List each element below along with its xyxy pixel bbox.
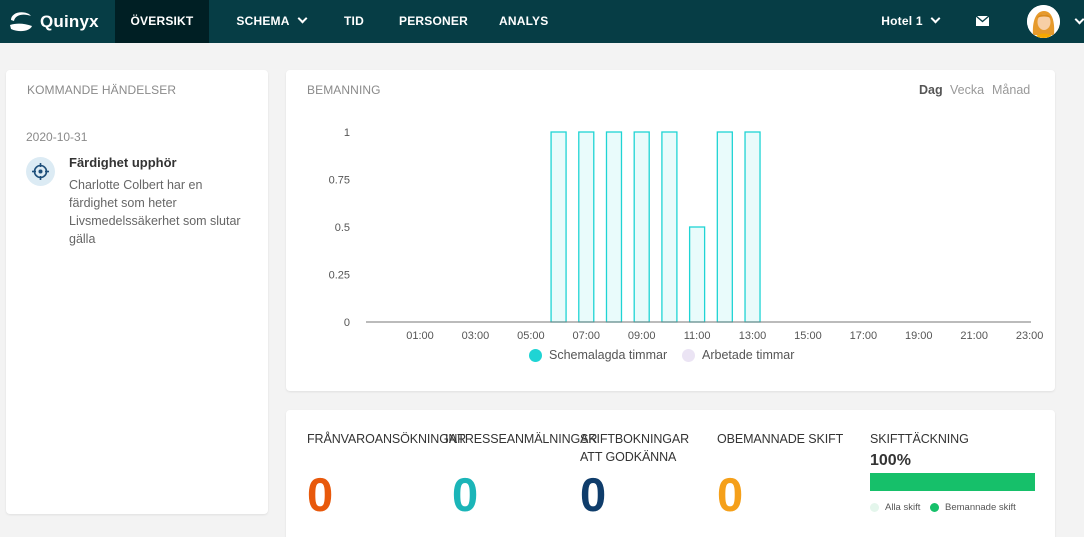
coverage-all-swatch: [870, 503, 879, 512]
event-date: 2020-10-31: [26, 130, 88, 144]
coverage-staffed-label: Bemannade skift: [945, 502, 1016, 513]
event-title[interactable]: Färdighet upphör: [69, 155, 177, 170]
coverage-label: SKIFTTÄCKNING: [870, 432, 969, 446]
stat-interest-value[interactable]: 0: [452, 468, 478, 522]
unit-selector[interactable]: Hotel 1: [881, 0, 941, 43]
x-tick-label: 15:00: [794, 330, 822, 342]
stat-absence-value[interactable]: 0: [307, 468, 333, 522]
bar-scheduled[interactable]: [744, 131, 761, 323]
nav-oversikt[interactable]: ÖVERSIKT: [115, 0, 209, 43]
coverage-staffed-swatch: [930, 503, 939, 512]
nav-analys[interactable]: ANALYS: [499, 0, 548, 43]
crosshair-icon: [32, 163, 49, 180]
bar-scheduled[interactable]: [605, 131, 623, 323]
stat-absence-label: FRÅNVAROANSÖKNINGAR: [307, 432, 467, 446]
bar-scheduled[interactable]: [633, 131, 650, 323]
staffing-chart: 0 0.25 0.5 0.75 1 01:00 03:00 05:00 07:00 09:00 11…: [329, 127, 1044, 342]
unit-selector-label: Hotel 1: [881, 14, 923, 28]
y-tick-label: 0: [344, 317, 350, 329]
nav-personer[interactable]: PERSONER: [399, 0, 468, 43]
y-tick-label: 0.5: [335, 222, 350, 234]
stat-unstaffed-label: OBEMANNADE SKIFT: [717, 432, 844, 446]
x-tick-label: 13:00: [739, 330, 767, 342]
x-tick-label: 05:00: [517, 330, 545, 342]
nav-tid[interactable]: TID: [344, 0, 364, 43]
upcoming-events-card: KOMMANDE HÄNDELSER 2020-10-31 Färdighet …: [6, 70, 268, 514]
nav-schema-label: SCHEMA: [236, 14, 290, 28]
nav-schema[interactable]: SCHEMA: [235, 0, 308, 43]
y-tick-label: 0.75: [329, 175, 350, 187]
y-tick-label: 0.25: [329, 270, 350, 282]
legend-scheduled-label: Schemalagda timmar: [549, 348, 668, 362]
x-tick-label: 07:00: [573, 330, 601, 342]
bar-scheduled[interactable]: [550, 131, 567, 323]
legend-worked-label: Arbetade timmar: [702, 348, 795, 362]
user-avatar[interactable]: [1027, 5, 1060, 38]
chevron-down-icon: [297, 13, 308, 24]
y-tick-label: 1: [344, 127, 350, 139]
mail-icon[interactable]: [976, 16, 989, 26]
x-tick-label: 01:00: [406, 330, 434, 342]
legend-worked[interactable]: Arbetade timmar: [682, 348, 794, 362]
events-card-title: KOMMANDE HÄNDELSER: [27, 83, 177, 97]
quinyx-logo-icon: [10, 12, 32, 32]
legend-scheduled[interactable]: Schemalagda timmar: [529, 348, 667, 362]
bar-scheduled[interactable]: [716, 131, 733, 323]
legend-worked-swatch: [682, 348, 695, 362]
event-icon: [26, 157, 55, 186]
stat-shift-bookings-value[interactable]: 0: [580, 468, 606, 522]
stat-shift-bookings-label: SKIFTBOKNINGAR ATT GODKÄNNA: [580, 432, 690, 464]
x-tick-label: 17:00: [850, 330, 878, 342]
x-tick-label: 03:00: [462, 330, 490, 342]
event-description: Charlotte Colbert har en färdighet som h…: [69, 178, 241, 246]
bar-scheduled[interactable]: [688, 226, 706, 323]
legend-scheduled-swatch: [529, 348, 542, 362]
coverage-value: 100%: [870, 452, 911, 469]
x-tick-label: 19:00: [905, 330, 933, 342]
chevron-down-icon: [930, 13, 941, 24]
staffing-card: BEMANNING Dag Vecka Månad 0 0.25 0.5 0.75 1 0…: [286, 70, 1055, 391]
coverage-legend-all: Alla skift: [870, 502, 920, 513]
x-tick-label: 09:00: [628, 330, 656, 342]
coverage-bar-fill: [870, 473, 1035, 491]
top-navigation-bar: Quinyx ÖVERSIKT SCHEMA TID PERSONER ANAL…: [0, 0, 1084, 43]
stats-card: FRÅNVAROANSÖKNINGAR 0 INTRESSEANMÄLNINGA…: [286, 410, 1055, 537]
chevron-down-icon[interactable]: [1074, 14, 1084, 25]
bar-scheduled[interactable]: [578, 131, 595, 323]
coverage-bar: [870, 473, 1035, 491]
stat-unstaffed-value[interactable]: 0: [717, 468, 743, 522]
brand-name: Quinyx: [40, 12, 99, 31]
brand-logo[interactable]: Quinyx: [8, 9, 99, 35]
x-tick-label: 11:00: [684, 330, 711, 342]
user-portrait-icon: [1027, 5, 1060, 38]
coverage-all-label: Alla skift: [885, 502, 921, 513]
x-tick-label: 21:00: [960, 330, 988, 342]
coverage-legend-staffed: Bemannade skift: [930, 502, 1016, 513]
bar-scheduled[interactable]: [661, 131, 678, 323]
x-tick-label: 23:00: [1016, 330, 1044, 342]
